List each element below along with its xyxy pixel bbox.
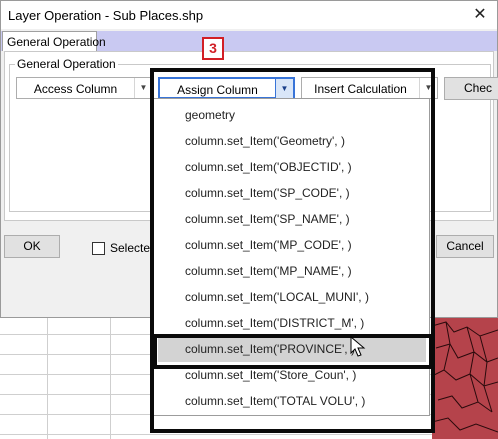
access-column-label: Access Column <box>33 82 118 96</box>
mouse-cursor-icon <box>350 336 366 357</box>
check-button[interactable]: Chec <box>444 77 498 100</box>
ok-button[interactable]: OK <box>4 235 60 258</box>
tab-general-operation[interactable]: General Operation <box>2 31 106 51</box>
checkbox-icon[interactable] <box>92 242 105 255</box>
window-title: Layer Operation - Sub Places.shp <box>8 8 204 23</box>
background-map <box>432 318 498 439</box>
step-badge: 3 <box>202 37 224 60</box>
group-label: General Operation <box>15 57 118 71</box>
annotation-highlight-frame <box>153 334 433 369</box>
close-icon[interactable]: ✕ <box>465 3 495 27</box>
access-column-combo[interactable]: Access Column ▼ <box>16 77 153 99</box>
title-bar: Layer Operation - Sub Places.shp ✕ <box>1 1 497 29</box>
annotation-frame <box>150 68 435 433</box>
cancel-button[interactable]: Cancel <box>436 235 494 258</box>
